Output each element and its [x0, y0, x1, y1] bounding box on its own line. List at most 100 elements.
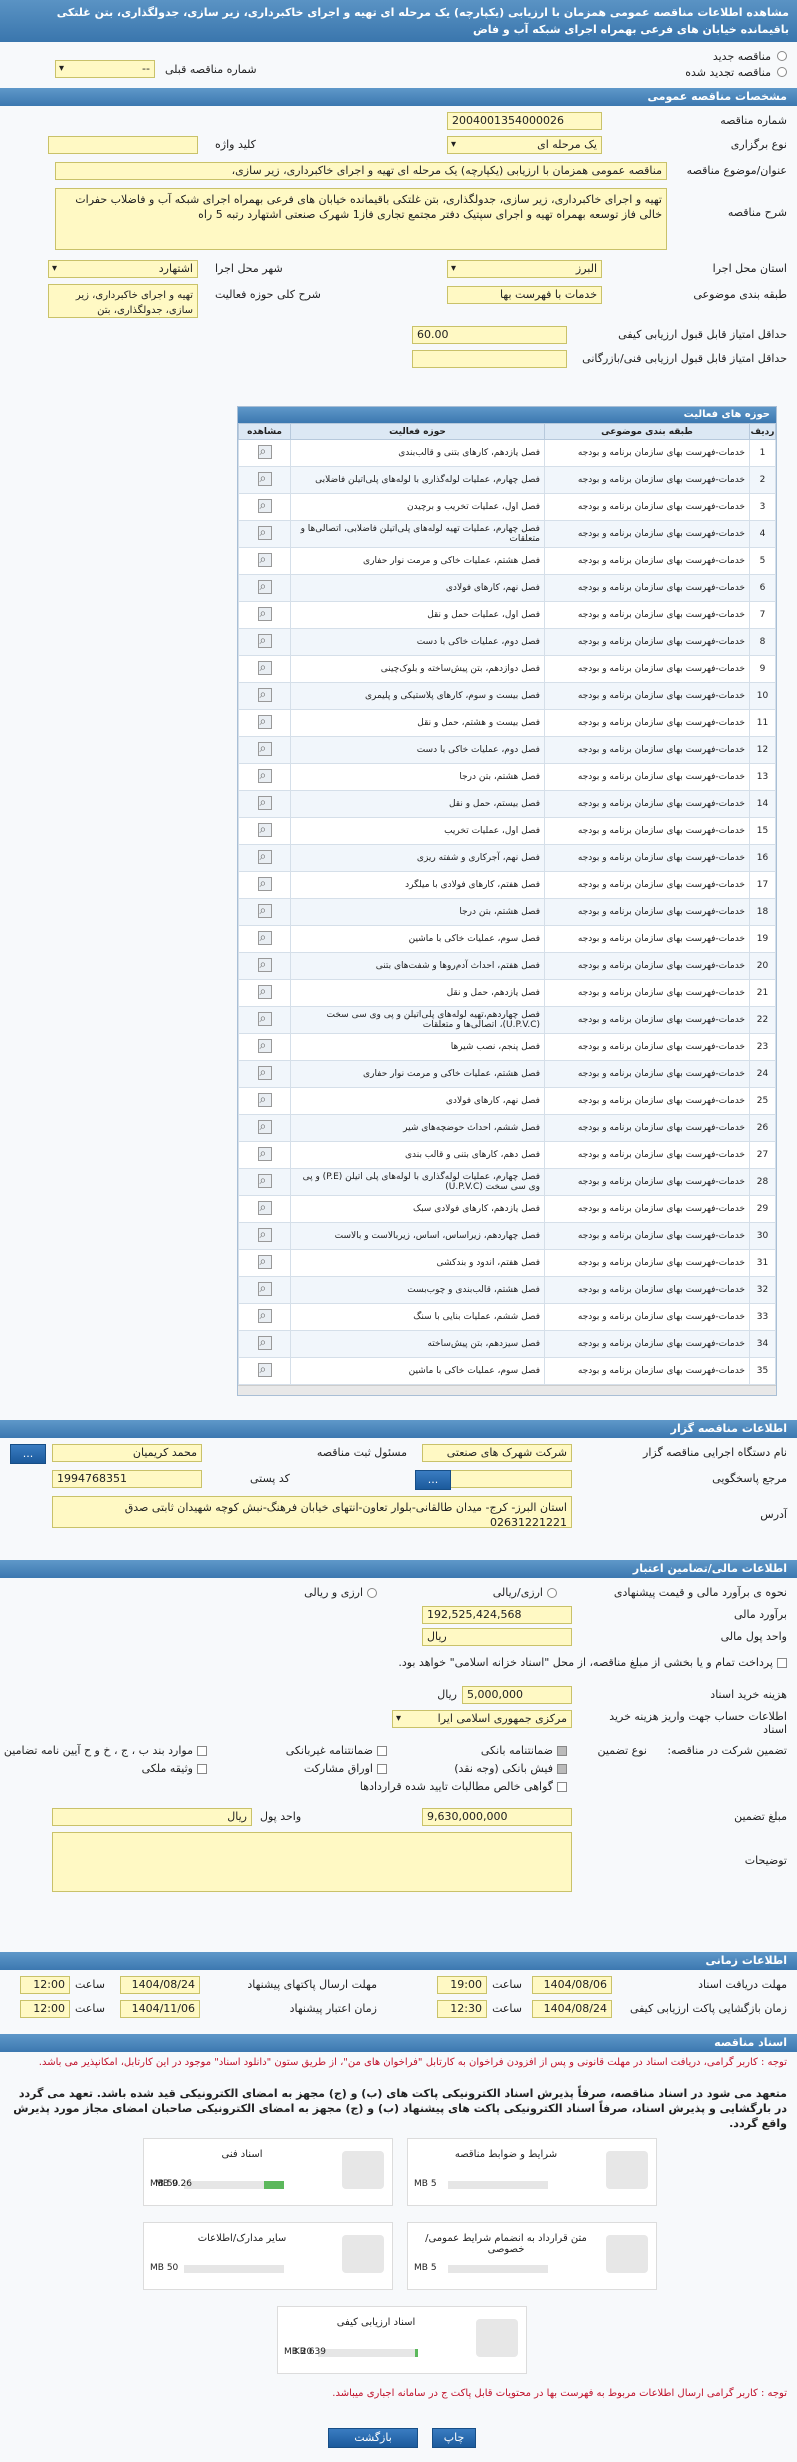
view-cell[interactable] — [238, 439, 291, 467]
province-select[interactable]: البرز — [447, 260, 602, 278]
view-magnifier-icon[interactable] — [257, 1362, 272, 1377]
view-magnifier-icon[interactable] — [257, 1335, 272, 1350]
view-magnifier-icon[interactable] — [257, 741, 272, 756]
view-cell[interactable] — [238, 952, 291, 980]
view-cell[interactable] — [238, 493, 291, 521]
view-magnifier-icon[interactable] — [257, 714, 272, 729]
view-cell[interactable] — [238, 574, 291, 602]
treasury-checkbox[interactable] — [777, 1657, 787, 1668]
view-magnifier-icon[interactable] — [257, 1173, 272, 1188]
previous-number-select[interactable]: -- — [55, 60, 155, 78]
view-cell[interactable] — [238, 547, 291, 575]
view-cell[interactable] — [238, 628, 291, 656]
view-magnifier-icon[interactable] — [257, 606, 272, 621]
view-cell[interactable] — [238, 817, 291, 845]
grid-horizontal-scrollbar[interactable] — [238, 1385, 776, 1395]
view-cell[interactable] — [238, 1087, 291, 1115]
view-magnifier-icon[interactable] — [257, 633, 272, 648]
view-cell[interactable] — [238, 871, 291, 899]
view-magnifier-icon[interactable] — [257, 795, 272, 810]
view-magnifier-icon[interactable] — [257, 660, 272, 675]
view-magnifier-icon[interactable] — [257, 1146, 272, 1161]
view-magnifier-icon[interactable] — [257, 1011, 272, 1026]
option-currency-and-rial-radio[interactable] — [367, 1587, 377, 1598]
tender-title-value: مناقصه عمومی همزمان با ارزیابی (یکپارچه)… — [231, 164, 662, 177]
view-cell[interactable] — [238, 682, 291, 710]
file-card[interactable]: اسناد فنی 9.26 MB 50 MB — [143, 2138, 393, 2206]
view-magnifier-icon[interactable] — [257, 552, 272, 567]
view-magnifier-icon[interactable] — [257, 1065, 272, 1080]
renewed-tender-radio[interactable] — [777, 67, 787, 77]
view-magnifier-icon[interactable] — [257, 1227, 272, 1242]
reference-more-button[interactable]: ... — [415, 1470, 451, 1490]
view-cell[interactable] — [238, 844, 291, 872]
view-magnifier-icon[interactable] — [257, 984, 272, 999]
view-cell[interactable] — [238, 898, 291, 926]
view-cell[interactable] — [238, 1033, 291, 1061]
activity-cell: فصل چهارم، عملیات لوله‌گذاری با لوله‌های… — [290, 1168, 545, 1196]
view-cell[interactable] — [238, 1249, 291, 1277]
opening-date-value: 1404/08/24 — [543, 2002, 607, 2015]
view-cell[interactable] — [238, 1330, 291, 1358]
file-card[interactable]: سایر مدارک/اطلاعات 50 MB — [143, 2222, 393, 2290]
view-magnifier-icon[interactable] — [257, 1281, 272, 1296]
view-cell[interactable] — [238, 709, 291, 737]
option-currency-and-rial[interactable]: ارزی و ریالی — [304, 1586, 377, 1599]
view-magnifier-icon[interactable] — [257, 849, 272, 864]
view-magnifier-icon[interactable] — [257, 1308, 272, 1323]
option-rial-currency[interactable]: ارزی/ریالی — [493, 1586, 557, 1599]
view-cell[interactable] — [238, 925, 291, 953]
view-cell[interactable] — [238, 763, 291, 791]
view-magnifier-icon[interactable] — [257, 1254, 272, 1269]
view-magnifier-icon[interactable] — [257, 957, 272, 972]
view-cell[interactable] — [238, 1222, 291, 1250]
view-magnifier-icon[interactable] — [257, 444, 272, 459]
view-magnifier-icon[interactable] — [257, 876, 272, 891]
view-cell[interactable] — [238, 736, 291, 764]
view-cell[interactable] — [238, 1114, 291, 1142]
view-magnifier-icon[interactable] — [257, 1200, 272, 1215]
view-cell[interactable] — [238, 1195, 291, 1223]
option-rial-currency-radio[interactable] — [547, 1587, 557, 1598]
view-cell[interactable] — [238, 1060, 291, 1088]
view-cell[interactable] — [238, 1006, 291, 1034]
activity-cell: فصل دهم، کارهای بتنی و قالب بندی — [290, 1141, 545, 1169]
bank-select[interactable]: مرکزی جمهوری اسلامی ایرا — [392, 1710, 572, 1728]
back-button[interactable]: بازگشت — [328, 2428, 418, 2448]
view-magnifier-icon[interactable] — [257, 471, 272, 486]
print-button[interactable]: چاپ — [432, 2428, 476, 2448]
registrar-more-button[interactable]: ... — [10, 1444, 46, 1464]
view-cell[interactable] — [238, 1303, 291, 1331]
view-magnifier-icon[interactable] — [257, 1119, 272, 1134]
view-magnifier-icon[interactable] — [257, 822, 272, 837]
view-magnifier-icon[interactable] — [257, 768, 272, 783]
view-magnifier-icon[interactable] — [257, 1038, 272, 1053]
view-cell[interactable] — [238, 1168, 291, 1196]
view-cell[interactable] — [238, 1357, 291, 1385]
view-magnifier-icon[interactable] — [257, 579, 272, 594]
holding-type-select[interactable]: یک مرحله ای — [447, 136, 602, 154]
view-magnifier-icon[interactable] — [257, 930, 272, 945]
view-magnifier-icon[interactable] — [257, 687, 272, 702]
view-magnifier-icon[interactable] — [257, 903, 272, 918]
file-card[interactable]: شرایط و ضوابط مناقصه 5 MB — [407, 2138, 657, 2206]
view-magnifier-icon[interactable] — [257, 525, 272, 540]
view-cell[interactable] — [238, 790, 291, 818]
file-name: سایر مدارک/اطلاعات — [197, 2233, 287, 2244]
view-cell[interactable] — [238, 520, 291, 548]
view-cell[interactable] — [238, 601, 291, 629]
file-card[interactable]: متن قرارداد به انضمام شرایط عمومی/خصوصی 5… — [407, 2222, 657, 2290]
view-magnifier-icon[interactable] — [257, 1092, 272, 1107]
file-card[interactable]: اسناد ارزیابی کیفی 639 KB 20 MB — [277, 2306, 527, 2374]
activity-list[interactable]: تهیه و اجرای خاکبرداری، زیر سازی، جدولگذ… — [48, 284, 198, 318]
view-cell[interactable] — [238, 979, 291, 1007]
view-cell[interactable] — [238, 655, 291, 683]
new-tender-radio[interactable] — [777, 51, 787, 61]
keyword-input[interactable] — [48, 136, 198, 154]
view-cell[interactable] — [238, 1276, 291, 1304]
view-cell[interactable] — [238, 1141, 291, 1169]
view-cell[interactable] — [238, 466, 291, 494]
city-select[interactable]: اشتهارد — [48, 260, 198, 278]
activity-cell: فصل ششم، عملیات بنایی با سنگ — [290, 1303, 545, 1331]
view-magnifier-icon[interactable] — [257, 498, 272, 513]
